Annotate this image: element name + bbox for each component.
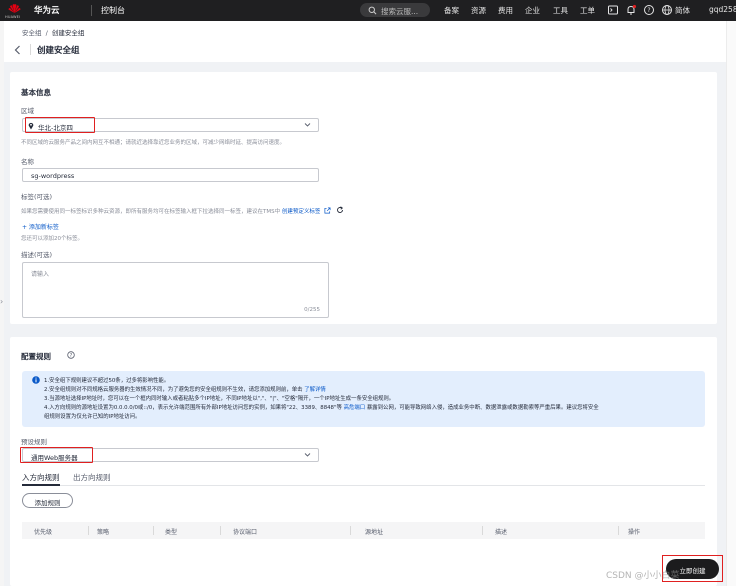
console-link[interactable]: 控制台: [101, 5, 125, 16]
tag-limit-text: 您还可以添加20个标签。: [21, 236, 83, 242]
name-label: 名称: [21, 158, 34, 166]
bell-icon[interactable]: [625, 4, 637, 16]
back-arrow-icon[interactable]: [14, 45, 21, 55]
header-divider: [30, 44, 31, 55]
tab-outbound[interactable]: 出方向规则: [73, 472, 111, 483]
info-line-1: 1.安全组下规则建议不超过50条，过多将影响性能。: [44, 378, 170, 384]
nav-link-filing[interactable]: 备案: [444, 5, 459, 16]
page-title: 创建安全组: [37, 46, 80, 56]
breadcrumb-separator: /: [45, 29, 48, 37]
column-action: 策略: [97, 529, 110, 536]
column-divider: [618, 526, 619, 535]
active-tab-indicator: [22, 484, 60, 486]
collapse-chevron-icon[interactable]: ›: [0, 297, 3, 306]
nav-link-resources[interactable]: 资源: [471, 5, 486, 16]
info-line-4: 4.入方向规则的源地址设置为0.0.0.0/0或::/0，表示允许端范围所有外部…: [44, 403, 599, 411]
basic-info-card: 基本信息 区域 华北-北京四 不同区域的云服务产品之间内网互不相通；请就近选择靠…: [10, 72, 717, 324]
column-source: 源地址: [365, 529, 384, 536]
right-edge-strip: [726, 21, 736, 586]
breadcrumb-current: 创建安全组: [51, 29, 85, 37]
add-rule-button[interactable]: 添加规则: [22, 493, 73, 508]
description-textarea[interactable]: 请输入 0/255: [22, 262, 329, 318]
create-tag-link[interactable]: 创建预定义标签: [282, 209, 321, 215]
column-operation: 操作: [628, 529, 641, 536]
high-risk-ports-link[interactable]: 高危端口: [344, 405, 366, 411]
name-value: sg-wordpress: [31, 171, 75, 180]
description-label: 描述(可选): [21, 251, 53, 259]
tag-hint: 如果您需要使用同一标签标识多种云资源，即所有服务均可在标签输入框下拉选择同一标签…: [21, 209, 281, 215]
chevron-down-icon: [304, 453, 311, 457]
search-icon: [368, 6, 377, 14]
language-switch[interactable]: 简体: [675, 5, 690, 16]
watermark: CSDN @小小白菜: [606, 571, 680, 581]
terminal-icon[interactable]: [607, 4, 619, 16]
column-divider: [153, 526, 154, 535]
nav-link-billing[interactable]: 费用: [498, 5, 513, 16]
add-rule-label: 添加规则: [34, 499, 61, 507]
breadcrumb-parent[interactable]: 安全组: [22, 29, 42, 37]
nav-link-enterprise[interactable]: 企业: [525, 5, 540, 16]
tag-hint-row: 如果您需要使用同一标签标识多种云资源，即所有服务均可在标签输入框下拉选择同一标签…: [21, 206, 344, 215]
preset-highlight-box: [20, 447, 93, 463]
rules-card: 配置规则 ? 1.安全组下规则建议不超过50条，过多将影响性能。 2.安全组规则…: [10, 337, 717, 586]
region-label: 区域: [21, 107, 34, 115]
column-description: 描述: [495, 529, 508, 536]
region-hint: 不同区域的云服务产品之间内网互不相通；请就近选择靠近您业务的区域，可减少网络时延…: [21, 140, 286, 146]
chevron-down-icon: [304, 123, 311, 127]
search-placeholder: 搜索云服...: [381, 6, 419, 16]
help-icon[interactable]: ?: [643, 4, 655, 16]
basic-info-title: 基本信息: [21, 88, 51, 97]
rule-direction-tabs: 入方向规则 出方向规则: [22, 470, 705, 486]
rules-title: 配置规则: [21, 352, 51, 361]
name-input[interactable]: sg-wordpress: [22, 168, 319, 182]
svg-text:?: ?: [70, 353, 73, 359]
description-char-count: 0/255: [304, 307, 320, 313]
tab-inbound[interactable]: 入方向规则: [22, 472, 60, 483]
column-divider: [88, 526, 89, 535]
info-line-4-tail: 暴露到公网，可能导致网络入侵，造成业务中断、数据泄露或数据勒索等严重后果。建议您…: [366, 405, 599, 411]
user-account[interactable]: gqd258: [709, 5, 736, 14]
rules-table-header: 优先级 策略 类型 协议端口 源地址 描述 操作: [22, 522, 705, 539]
info-icon: [32, 376, 40, 384]
add-tag-button[interactable]: + 添加新标签: [22, 222, 59, 231]
page-header: 创建安全组: [4, 40, 726, 60]
refresh-icon[interactable]: [336, 206, 344, 214]
external-link-icon[interactable]: [324, 207, 331, 214]
question-icon[interactable]: ?: [67, 351, 75, 359]
huawei-logo-icon[interactable]: [8, 3, 21, 14]
info-line-3: 3.当源地址选择IP地址时，您可以在一个框内同时输入或者粘贴多个IP地址，不同I…: [44, 396, 395, 402]
brand-name[interactable]: 华为云: [34, 4, 60, 16]
global-search[interactable]: 搜索云服...: [360, 3, 430, 17]
column-divider: [350, 526, 351, 535]
nav-link-tools[interactable]: 工具: [553, 5, 568, 16]
learn-more-link[interactable]: 了解详情: [304, 387, 326, 393]
column-protocol-port: 协议端口: [233, 529, 258, 536]
column-divider: [482, 526, 483, 535]
tag-label: 标签(可选): [21, 193, 53, 201]
nav-divider: [91, 5, 92, 16]
logo-text: HUAWEI: [5, 15, 21, 19]
info-line-2: 2.安全组规则对不同规格云服务器的生效情况不同，为了避免您的安全组规则不生效，请…: [44, 385, 326, 393]
region-highlight-box: [25, 117, 95, 133]
info-line-2-text: 2.安全组规则对不同规格云服务器的生效情况不同，为了避免您的安全组规则不生效，请…: [44, 387, 303, 393]
info-line-5: 组规则设置为仅允许已知的IP地址访问。: [44, 414, 141, 420]
column-divider: [220, 526, 221, 535]
rules-info-box: 1.安全组下规则建议不超过50条，过多将影响性能。 2.安全组规则对不同规格云服…: [22, 371, 705, 427]
top-nav-bar: HUAWEI 华为云 控制台 搜索云服... 备案 资源 费用 企业 工具 工单…: [0, 0, 736, 21]
column-type: 类型: [165, 529, 178, 536]
info-line-4-text: 4.入方向规则的源地址设置为0.0.0.0/0或::/0，表示允许端范围所有外部…: [44, 405, 342, 411]
column-priority: 优先级: [34, 529, 53, 536]
preset-rule-label: 预设规则: [21, 438, 47, 446]
svg-text:?: ?: [647, 7, 650, 14]
description-placeholder: 请输入: [31, 271, 50, 278]
globe-icon[interactable]: [661, 4, 673, 16]
nav-link-tickets[interactable]: 工单: [580, 5, 595, 16]
breadcrumb: 安全组 / 创建安全组: [22, 27, 84, 37]
